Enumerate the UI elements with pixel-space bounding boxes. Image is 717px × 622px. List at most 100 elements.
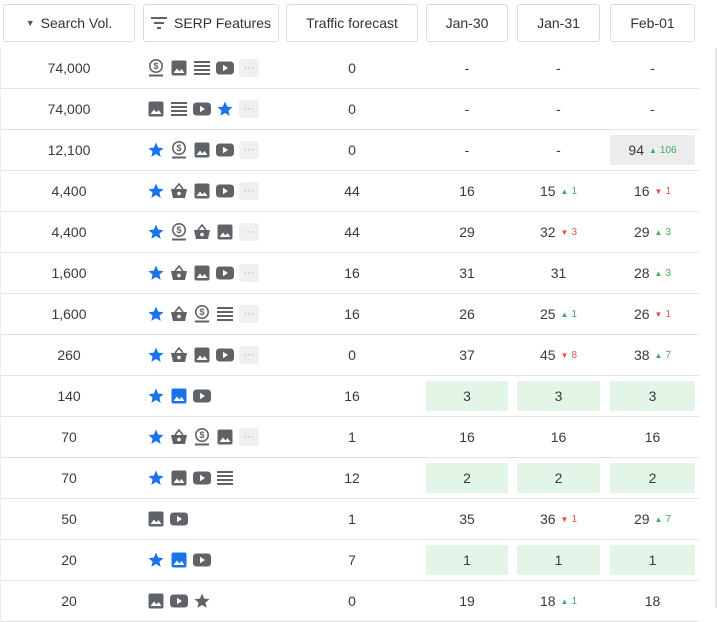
position-value: 38 bbox=[633, 347, 650, 363]
position-value: 16 bbox=[633, 183, 650, 199]
position-value: - bbox=[556, 60, 561, 76]
table-row[interactable]: 1,600 $ ··· 16 26 25 ▲ 1 26 ▼ 1 bbox=[0, 294, 699, 335]
position-value: - bbox=[464, 142, 470, 158]
table-row[interactable]: 140 16 3 3 3 bbox=[0, 376, 699, 417]
table-row[interactable]: 70 $ ··· 1 16 16 16 bbox=[0, 417, 699, 458]
position-cell: - bbox=[610, 48, 695, 88]
serp-features-cell: $ ··· bbox=[143, 130, 279, 170]
more-icon[interactable]: ··· bbox=[239, 100, 259, 118]
column-header-search-volume[interactable]: ▼ Search Vol. bbox=[3, 4, 135, 42]
svg-text:$: $ bbox=[199, 307, 204, 317]
star-grey-icon bbox=[193, 592, 211, 610]
change-value: 106 bbox=[659, 144, 677, 156]
svg-text:$: $ bbox=[176, 143, 181, 153]
triangle-down-icon: ▼ bbox=[654, 309, 663, 319]
traffic-forecast-cell: 1 bbox=[348, 511, 356, 527]
more-icon[interactable]: ··· bbox=[239, 223, 259, 241]
video-icon bbox=[193, 551, 211, 569]
position-value: 32 bbox=[539, 224, 556, 240]
column-header-jan-31[interactable]: Jan-31 bbox=[517, 4, 600, 42]
table-row[interactable]: 12,100 $ ··· 0 - - 94 ▲ 106 bbox=[0, 130, 699, 171]
search-volume-cell: 70 bbox=[61, 429, 77, 445]
more-icon[interactable]: ··· bbox=[239, 182, 259, 200]
basket-icon bbox=[170, 428, 188, 446]
triangle-up-icon: ▲ bbox=[560, 309, 569, 319]
traffic-forecast-cell: 0 bbox=[348, 593, 356, 609]
image-icon bbox=[170, 469, 188, 487]
position-value: 2 bbox=[554, 470, 563, 486]
column-header-jan-30[interactable]: Jan-30 bbox=[426, 4, 508, 42]
column-header-label: Search Vol. bbox=[40, 15, 113, 31]
change-value: 8 bbox=[571, 349, 578, 361]
position-value: 26 bbox=[633, 306, 650, 322]
search-volume-cell: 1,600 bbox=[51, 265, 87, 281]
image-icon bbox=[147, 592, 165, 610]
more-icon[interactable]: ··· bbox=[239, 141, 259, 159]
image-icon bbox=[147, 510, 165, 528]
table-row[interactable]: 260 ··· 0 37 45 ▼ 8 38 ▲ 7 bbox=[0, 335, 699, 376]
traffic-forecast-cell: 0 bbox=[348, 347, 356, 363]
position-cell: - bbox=[426, 89, 508, 129]
video-icon bbox=[170, 510, 188, 528]
sort-desc-icon[interactable]: ▼ bbox=[26, 18, 35, 28]
table-row[interactable]: 4,400 $ ··· 44 29 32 ▼ 3 29 ▲ 3 bbox=[0, 212, 699, 253]
svg-text:$: $ bbox=[176, 225, 181, 235]
table-row[interactable]: 20 0 19 18 ▲ 1 18 bbox=[0, 581, 699, 622]
table-row[interactable]: 4,400 ··· 44 16 15 ▲ 1 16 ▼ 1 bbox=[0, 171, 699, 212]
table-row[interactable]: 1,600 ··· 16 31 31 28 ▲ 3 bbox=[0, 253, 699, 294]
column-header-label: Jan-31 bbox=[537, 15, 580, 31]
table-row[interactable]: 20 7 1 1 1 bbox=[0, 540, 699, 581]
table-row[interactable]: 50 1 35 36 ▼ 1 29 ▲ 7 bbox=[0, 499, 699, 540]
change-value: 3 bbox=[571, 226, 578, 238]
position-cell: 45 ▼ 8 bbox=[517, 335, 600, 375]
position-value: - bbox=[464, 60, 470, 76]
position-value: - bbox=[556, 101, 561, 117]
more-icon[interactable]: ··· bbox=[239, 428, 259, 446]
triangle-down-icon: ▼ bbox=[654, 186, 663, 196]
filter-icon[interactable] bbox=[150, 17, 167, 29]
position-value: - bbox=[650, 101, 655, 117]
table-row[interactable]: 70 12 2 2 2 bbox=[0, 458, 699, 499]
position-cell: 94 ▲ 106 bbox=[610, 130, 695, 170]
more-icon[interactable]: ··· bbox=[239, 59, 259, 77]
column-header-traffic-forecast[interactable]: Traffic forecast bbox=[286, 4, 418, 42]
video-icon bbox=[193, 469, 211, 487]
star-icon bbox=[147, 223, 165, 241]
table-row[interactable]: 74,000 ··· 0 - - - bbox=[0, 89, 699, 130]
more-icon[interactable]: ··· bbox=[239, 305, 259, 323]
change-down-indicator: ▼ 8 bbox=[561, 350, 577, 361]
serp-features-cell bbox=[143, 376, 279, 416]
image-icon bbox=[216, 223, 234, 241]
serp-features-cell bbox=[143, 581, 279, 621]
change-up-indicator: ▲ 106 bbox=[649, 145, 677, 156]
video-icon bbox=[193, 387, 211, 405]
more-icon[interactable]: ··· bbox=[239, 264, 259, 282]
position-value: 31 bbox=[550, 265, 567, 281]
column-header-feb-01[interactable]: Feb-01 bbox=[610, 4, 695, 42]
position-value: 1 bbox=[554, 552, 563, 568]
position-cell: 18 ▲ 1 bbox=[517, 581, 600, 621]
position-cell: 28 ▲ 3 bbox=[610, 253, 695, 293]
change-down-indicator: ▼ 1 bbox=[655, 186, 671, 197]
change-up-indicator: ▲ 3 bbox=[655, 227, 671, 238]
position-value: 29 bbox=[633, 511, 650, 527]
position-cell: 26 bbox=[426, 294, 508, 334]
image-icon bbox=[193, 264, 211, 282]
position-cell: 1 bbox=[426, 540, 508, 580]
position-cell: 29 ▲ 3 bbox=[610, 212, 695, 252]
position-value: 1 bbox=[648, 552, 657, 568]
column-header-serp-features[interactable]: SERP Features bbox=[143, 4, 279, 42]
table-row[interactable]: 74,000 $ ··· 0 - - - bbox=[0, 48, 699, 89]
search-volume-cell: 12,100 bbox=[47, 142, 91, 158]
video-icon bbox=[193, 100, 211, 118]
more-icon[interactable]: ··· bbox=[239, 346, 259, 364]
video-icon bbox=[170, 592, 188, 610]
position-value: 16 bbox=[459, 183, 475, 199]
change-up-indicator: ▲ 1 bbox=[561, 186, 577, 197]
position-cell: 16 bbox=[426, 171, 508, 211]
position-value: 45 bbox=[539, 347, 556, 363]
change-value: 1 bbox=[571, 595, 578, 607]
triangle-up-icon: ▲ bbox=[654, 350, 663, 360]
position-value: 15 bbox=[539, 183, 556, 199]
position-value: 2 bbox=[648, 470, 657, 486]
